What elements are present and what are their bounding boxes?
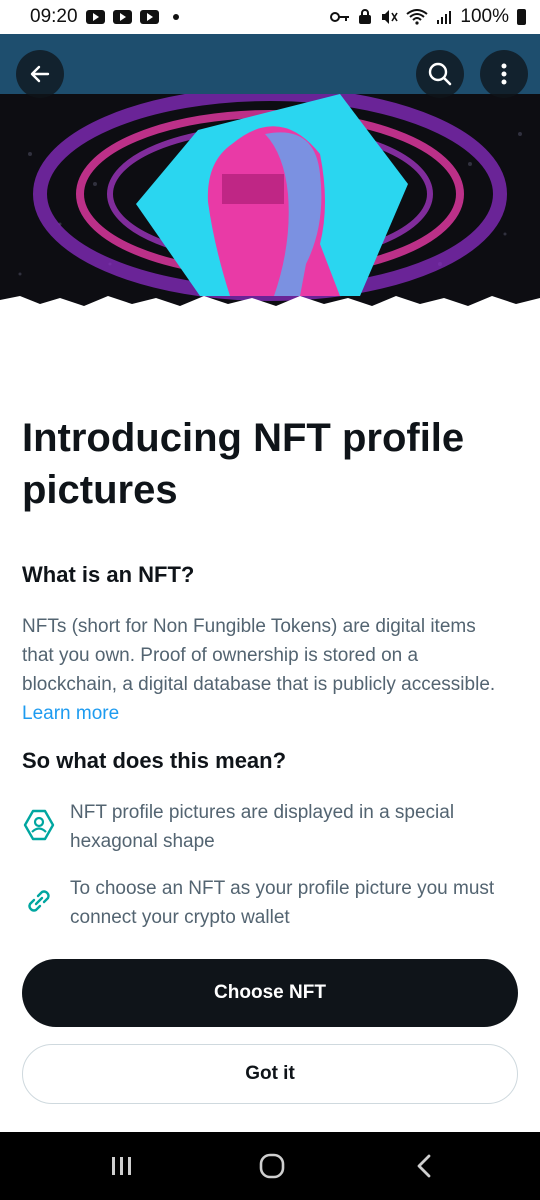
arrow-left-icon: [30, 65, 50, 83]
wifi-icon: [406, 9, 429, 25]
feature-text-hexagon: NFT profile pictures are displayed in a …: [70, 802, 455, 852]
home-button[interactable]: [252, 1152, 292, 1180]
feature-item-hexagon: NFT profile pictures are displayed in a …: [22, 798, 518, 856]
nav-back-button[interactable]: [404, 1152, 444, 1180]
system-navigation-bar: [0, 1132, 540, 1200]
section-heading-meaning: So what does this mean?: [22, 748, 287, 773]
recent-apps-icon: [112, 1157, 131, 1175]
status-bar-right: 100%: [330, 6, 526, 28]
back-icon: [417, 1154, 431, 1178]
learn-more-link[interactable]: Learn more: [22, 703, 119, 724]
lock-icon: [359, 9, 372, 24]
feature-text-wallet: To choose an NFT as your profile picture…: [70, 878, 495, 928]
battery-percent: 100%: [460, 6, 509, 27]
youtube-icon: [139, 10, 159, 24]
more-vertical-icon: [501, 63, 507, 85]
search-button[interactable]: [416, 50, 464, 98]
youtube-icon: [85, 10, 105, 24]
nft-description: NFTs (short for Non Fungible Tokens) are…: [22, 616, 496, 695]
section-body-what-is-nft: NFTs (short for Non Fungible Tokens) are…: [22, 612, 512, 728]
youtube-icon: [112, 10, 132, 24]
hexagon-profile-icon: [23, 809, 55, 841]
status-bar-left: 09:20: [30, 6, 179, 28]
page-title: Introducing NFT profile pictures: [22, 416, 465, 512]
search-icon: [428, 62, 452, 86]
signal-icon: [437, 11, 452, 24]
status-time: 09:20: [30, 6, 78, 27]
mute-icon: [382, 10, 399, 24]
back-button[interactable]: [16, 50, 64, 98]
section-heading-what-is-nft: What is an NFT?: [22, 562, 195, 587]
link-icon: [28, 890, 50, 912]
got-it-button[interactable]: Got it: [22, 1044, 518, 1104]
status-bar: 09:20 100%: [0, 0, 540, 34]
notification-dot-icon: [172, 14, 179, 20]
more-options-button[interactable]: [480, 50, 528, 98]
choose-nft-button[interactable]: Choose NFT: [22, 959, 518, 1027]
battery-icon: [517, 9, 526, 25]
feature-item-wallet: To choose an NFT as your profile picture…: [22, 874, 518, 932]
recent-apps-button[interactable]: [102, 1152, 142, 1180]
key-icon: [330, 12, 350, 22]
home-icon: [259, 1153, 285, 1179]
